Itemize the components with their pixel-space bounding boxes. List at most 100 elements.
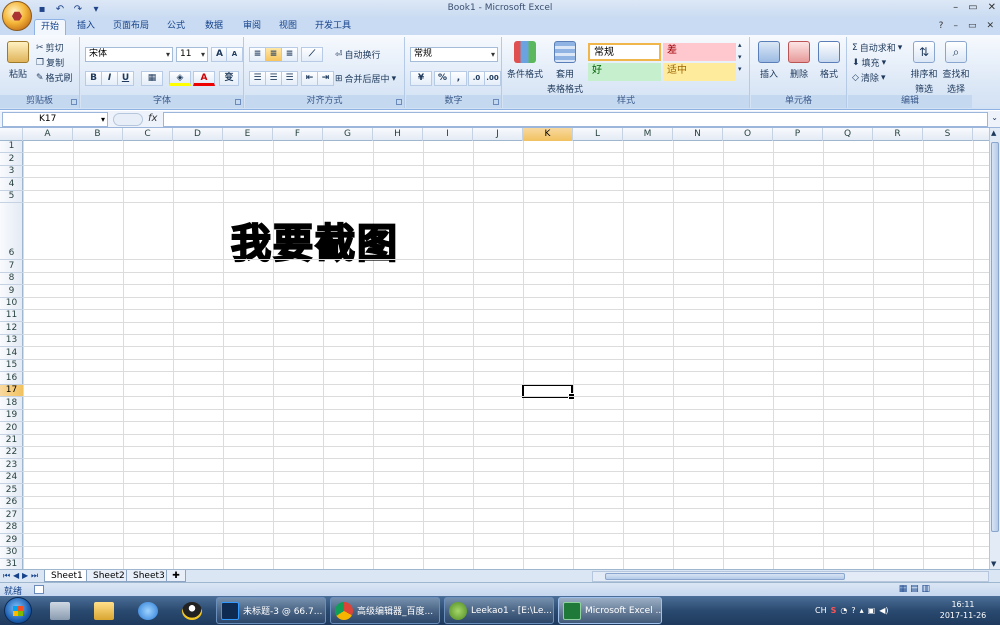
format-as-table-button[interactable]: 套用 表格格式 — [545, 41, 585, 95]
font-name-combo[interactable]: 宋体 — [85, 47, 173, 62]
column-header-h[interactable]: H — [373, 128, 423, 141]
help-tray-icon[interactable]: ? — [851, 606, 855, 615]
sheet-tab-1[interactable]: Sheet1 — [44, 570, 90, 582]
row-header-22[interactable]: 22 — [0, 447, 23, 460]
row-header-11[interactable]: 11 — [0, 310, 23, 323]
font-launcher-icon[interactable] — [235, 99, 241, 105]
tab-data[interactable]: 数据 — [198, 19, 230, 35]
clear-button[interactable]: ◇ 清除 ▾ — [852, 71, 885, 85]
style-good[interactable]: 好 — [588, 63, 661, 81]
sogou-icon[interactable]: S — [831, 606, 837, 615]
clipboard-launcher-icon[interactable] — [71, 99, 77, 105]
tab-formulas[interactable]: 公式 — [160, 19, 192, 35]
tab-review[interactable]: 审阅 — [236, 19, 268, 35]
formula-input[interactable] — [163, 112, 988, 127]
wb-close-icon[interactable]: ✕ — [986, 21, 994, 31]
restore-icon[interactable]: ▭ — [968, 2, 977, 13]
row-header-23[interactable]: 23 — [0, 459, 23, 472]
task-android-studio[interactable]: Leekao1 - [E:\Le... — [444, 597, 554, 624]
style-bad[interactable]: 差 — [663, 43, 736, 61]
row-header-2[interactable]: 2 — [0, 153, 23, 166]
column-header-o[interactable]: O — [723, 128, 773, 141]
percent-button[interactable]: % — [434, 71, 451, 86]
pinned-baidu-netdisk[interactable] — [130, 598, 166, 623]
formula-bar-expand-icon[interactable]: ⌄ — [991, 113, 998, 122]
font-color-button[interactable]: A — [193, 71, 215, 86]
row-header-28[interactable]: 28 — [0, 522, 23, 535]
vertical-scrollbar[interactable]: ▲ ▼ — [989, 128, 1000, 569]
row-header-8[interactable]: 8 — [0, 273, 23, 286]
row-header-6[interactable]: 6 — [0, 203, 23, 261]
row-header-9[interactable]: 9 — [0, 285, 23, 298]
phonetic-button[interactable]: 变 — [219, 71, 239, 86]
column-header-q[interactable]: Q — [823, 128, 873, 141]
close-icon[interactable]: ✕ — [988, 2, 996, 13]
row-header-18[interactable]: 18 — [0, 397, 23, 410]
format-painter-button[interactable]: ✎ 格式刷 — [36, 71, 73, 85]
name-box[interactable]: K17 — [2, 112, 108, 127]
column-header-r[interactable]: R — [873, 128, 923, 141]
font-size-combo[interactable]: 11 — [176, 47, 208, 62]
row-header-21[interactable]: 21 — [0, 435, 23, 447]
style-neutral[interactable]: 适中 — [663, 63, 736, 81]
horizontal-scroll-thumb[interactable] — [605, 573, 845, 580]
row-header-16[interactable]: 16 — [0, 372, 23, 385]
column-header-k[interactable]: K — [523, 128, 573, 141]
macro-record-icon[interactable] — [34, 585, 44, 594]
wb-minimize-icon[interactable]: – — [953, 21, 958, 31]
align-right-button[interactable]: ☰ — [281, 71, 298, 86]
align-center-button[interactable]: ☰ — [265, 71, 282, 86]
borders-button[interactable]: ▦ — [141, 71, 163, 86]
increase-indent-button[interactable]: ⇥ — [317, 71, 334, 86]
prev-sheet-icon[interactable]: ◀ — [13, 571, 19, 580]
minimize-icon[interactable]: – — [953, 2, 958, 13]
number-launcher-icon[interactable] — [493, 99, 499, 105]
row-header-5[interactable]: 5 — [0, 191, 23, 204]
horizontal-scrollbar[interactable] — [592, 571, 989, 582]
row-header-27[interactable]: 27 — [0, 509, 23, 522]
network-icon[interactable]: ▣ — [868, 606, 876, 615]
autosum-button[interactable]: Σ 自动求和 ▾ — [852, 41, 902, 55]
volume-icon[interactable]: ◀) — [879, 606, 888, 615]
row-header-14[interactable]: 14 — [0, 347, 23, 360]
column-header-j[interactable]: J — [473, 128, 523, 141]
format-cells-button[interactable]: 格式 — [815, 41, 843, 80]
task-excel[interactable]: Microsoft Excel ... — [558, 597, 662, 624]
column-header-n[interactable]: N — [673, 128, 723, 141]
worksheet-grid[interactable]: ABCDEFGHIJKLMNOPQRS 1 2 3 4 5 6 7 8 9 10 11 12 13 14 1… — [0, 128, 989, 569]
row-header-30[interactable]: 30 — [0, 547, 23, 560]
office-button[interactable]: ⬣ — [2, 1, 32, 31]
first-sheet-icon[interactable]: ⏮ — [3, 571, 10, 581]
alignment-launcher-icon[interactable] — [396, 99, 402, 105]
delete-cells-button[interactable]: 删除 — [785, 41, 813, 80]
column-header-p[interactable]: P — [773, 128, 823, 141]
align-left-button[interactable]: ☰ — [249, 71, 266, 86]
align-bottom-button[interactable]: ≡ — [281, 47, 298, 62]
start-button[interactable] — [4, 597, 32, 624]
task-photoshop[interactable]: 未标题-3 @ 66.7... — [216, 597, 326, 624]
normal-view-icon[interactable]: ▦ — [899, 584, 908, 594]
insert-cells-button[interactable]: 插入 — [755, 41, 783, 80]
column-header-a[interactable]: A — [23, 128, 73, 141]
taskbar-clock[interactable]: 16:11 2017-11-26 — [938, 599, 988, 621]
pinned-calculator[interactable] — [42, 598, 78, 623]
row-header-10[interactable]: 10 — [0, 298, 23, 311]
select-all-corner[interactable] — [0, 128, 23, 141]
page-break-view-icon[interactable]: ▥ — [921, 584, 930, 594]
increase-decimal-button[interactable]: .0 — [468, 71, 485, 86]
copy-button[interactable]: ❐ 复制 — [36, 56, 64, 70]
find-select-button[interactable]: ⌕ 查找和 选择 — [940, 41, 972, 95]
row-header-13[interactable]: 13 — [0, 335, 23, 348]
fill-button[interactable]: ⬇ 填充 ▾ — [852, 56, 886, 70]
tab-view[interactable]: 视图 — [272, 19, 304, 35]
column-header-b[interactable]: B — [73, 128, 123, 141]
wrap-text-button[interactable]: ⏎ 自动换行 — [335, 48, 381, 62]
column-header-g[interactable]: G — [323, 128, 373, 141]
decrease-decimal-button[interactable]: .00 — [484, 71, 501, 86]
sheet-tab-3[interactable]: Sheet3 — [126, 570, 172, 582]
cell-area[interactable]: 我要截图 — [23, 141, 989, 569]
row-header-20[interactable]: 20 — [0, 422, 23, 435]
row-header-4[interactable]: 4 — [0, 178, 23, 191]
formula-expander-button[interactable] — [113, 113, 143, 126]
tab-home[interactable]: 开始 — [34, 19, 66, 35]
